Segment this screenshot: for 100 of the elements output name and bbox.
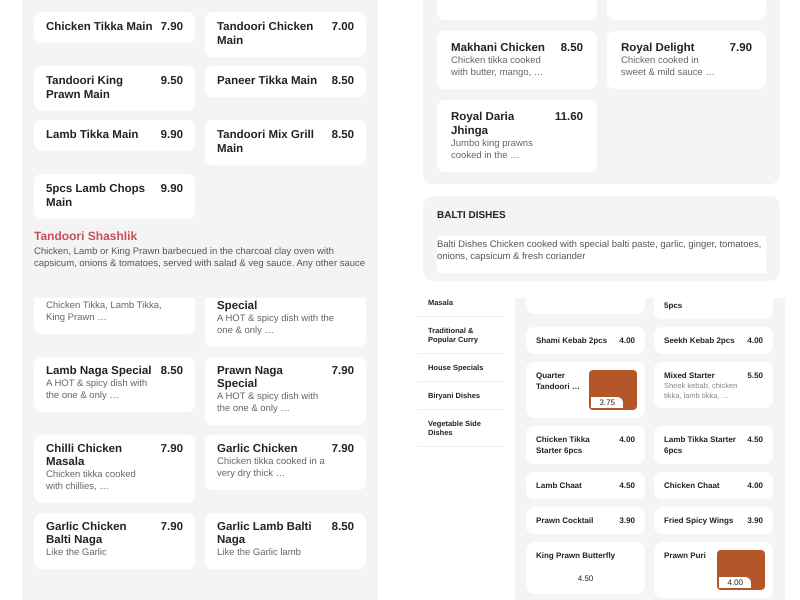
menu-card[interactable]: King Prawn Butterfly 4.50 xyxy=(526,542,645,594)
dish-name: Royal Daria Jhinga xyxy=(451,110,516,138)
dish-name: Chicken Tikka Starter 6pcs xyxy=(536,434,591,456)
menu-card[interactable]: Chicken Chaat 4.00 xyxy=(654,472,773,499)
dish-name: Prawn Naga Special xyxy=(217,365,284,391)
dish-price: 7.90 xyxy=(160,521,183,535)
dish-name: Lamb Tikka Starter 6pcs xyxy=(664,434,737,456)
dish-name: 5pcs xyxy=(664,300,684,311)
menu-card[interactable]: Fried Spicy Wings 3.90 xyxy=(654,507,773,534)
dish-name: Chicken Tikka Main xyxy=(46,20,154,34)
dish-name: Lamb Naga Special xyxy=(46,365,152,378)
dish-name: Quarter Tandoori … xyxy=(536,370,581,393)
dish-price: 7.90 xyxy=(332,365,354,379)
dish-description: A HOT & spicy dish with the one & only … xyxy=(217,391,320,415)
dish-description: A HOT & spicy dish with the one & only … xyxy=(46,378,148,402)
menu-card[interactable]: Garlic Chicken Balti Naga 7.90 Like the Garlic xyxy=(34,513,195,569)
dish-price: 7.00 xyxy=(332,20,354,35)
menu-card[interactable]: Paneer Tikka Main 8.50 xyxy=(205,66,366,97)
menu-card[interactable]: Tandoori Chicken Main 7.00 xyxy=(205,12,366,57)
dish-description: Chicken tikka cooked with chillies, … xyxy=(46,469,137,493)
menu-card[interactable]: Garlic Chicken 7.90 Chicken tikka cooked in a very dry thick … xyxy=(205,435,366,490)
menu-card[interactable]: Lamb Chaat 4.50 xyxy=(526,472,645,499)
dish-name: Royal Delight xyxy=(621,41,696,55)
section-description: Balti Dishes Chicken cooked with special balti paste, garlic, ginger, tomatoes, onions, capsicum & fresh coriander xyxy=(437,239,762,263)
dish-name: Makhani Chicken xyxy=(451,41,546,55)
menu-card[interactable]: Chilli Chicken Masala 7.90 Chicken tikka cooked with chillies, … xyxy=(34,435,195,503)
dish-price: 8.50 xyxy=(332,74,354,88)
section-title: Tandoori Shashlik xyxy=(34,229,138,243)
dish-name: Mixed Starter xyxy=(664,370,716,381)
dish-name: King Prawn Butterfly xyxy=(536,550,616,561)
dish-price: 4.00 xyxy=(619,434,635,446)
dish-price: 3.75 xyxy=(591,397,623,408)
dish-price: 4.50 xyxy=(747,434,763,446)
dish-price: 7.90 xyxy=(730,41,752,55)
dish-name: Lamb Tikka Main xyxy=(46,128,140,142)
dish-name: Tandoori Chicken Main xyxy=(217,20,314,48)
menu-card[interactable]: Tandoori King Prawn Main 9.50 xyxy=(34,66,195,111)
dish-name: Fried Spicy Wings xyxy=(664,515,734,526)
dish-name: Prawn Cocktail xyxy=(536,515,594,526)
dish-name: Garlic Chicken xyxy=(217,443,299,456)
dish-description: A HOT & spicy dish with the one & only … xyxy=(217,313,336,337)
dish-price: 3.90 xyxy=(619,515,635,526)
dish-name: Tandoori Mix Grill Main xyxy=(217,128,315,156)
menu-card[interactable]: Lamb Tikka Starter 6pcs 4.50 xyxy=(654,426,773,464)
dish-description: Chicken tikka cooked with butter, mango, … xyxy=(451,55,544,79)
section-description: Chicken, Lamb or King Prawn barbecued in the charcoal clay oven with capsicum, onions & tomatoes, served with salad & veg sauce. Any other sauce xyxy=(34,246,366,270)
dish-price: 7.90 xyxy=(160,443,183,457)
dish-price: 4.50 xyxy=(619,480,635,491)
dish-price: 7.90 xyxy=(160,20,183,34)
menu-card[interactable]: Shami Kebab 2pcs 4.00 xyxy=(526,327,645,354)
menu-card[interactable]: Seekh Kebab 2pcs 4.00 xyxy=(654,327,773,354)
dish-price: 8.50 xyxy=(332,521,354,535)
dish-name: Special xyxy=(217,300,258,313)
menu-card[interactable]: 5pcs Lamb Chops Main 9.90 xyxy=(34,174,195,219)
dish-price: 8.50 xyxy=(560,41,583,55)
menu-card[interactable]: Chicken Tikka, Lamb Tikka, King Prawn … xyxy=(34,298,195,334)
dish-price: 9.90 xyxy=(160,128,183,142)
menu-card[interactable]: Makhani Chicken 8.50 Chicken tikka cooked with butter, mango, … xyxy=(437,31,597,89)
menu-card[interactable]: Prawn Cocktail 3.90 xyxy=(526,507,645,534)
dish-description: Chicken cooked in sweet & mild sauce … xyxy=(621,55,716,79)
dish-price: 5.50 xyxy=(747,370,763,381)
dish-name: Prawn Puri xyxy=(664,550,707,562)
dish-price: 9.90 xyxy=(160,182,183,197)
dish-name: Seekh Kebab 2pcs xyxy=(664,335,736,346)
menu-card[interactable]: 5pcs xyxy=(654,298,773,319)
menu-card[interactable]: Prawn Naga Special 7.90 A HOT & spicy dish with the one & only … xyxy=(205,357,366,425)
dish-name: Shami Kebab 2pcs xyxy=(536,335,608,346)
menu-card[interactable]: Royal Delight 7.90 Chicken cooked in sweet & mild sauce … xyxy=(607,31,766,89)
dish-name: Tandoori King Prawn Main xyxy=(46,74,124,102)
dish-price: 7.90 xyxy=(332,443,354,456)
dish-description: Like the Garlic lamb xyxy=(217,547,302,559)
dish-name: Garlic Chicken Balti Naga xyxy=(46,521,128,547)
menu-card[interactable]: Quarter Tandoori … 3.75 xyxy=(526,362,645,418)
dish-name: Paneer Tikka Main xyxy=(217,74,318,88)
menu-card[interactable]: Royal Daria Jhinga 11.60 Jumbo king prawns cooked in the … xyxy=(437,100,597,172)
dish-price: 4.00 xyxy=(747,335,763,346)
dish-name: Chicken Chaat xyxy=(664,480,721,491)
dish-price: 4.00 xyxy=(719,577,751,588)
menu-card[interactable]: Chicken Tikka Main 7.90 xyxy=(34,12,195,43)
dish-name: Lamb Chaat xyxy=(536,480,583,491)
dish-name: 5pcs Lamb Chops Main xyxy=(46,182,146,210)
dish-price: 8.50 xyxy=(160,365,183,378)
dish-price: 9.50 xyxy=(160,74,183,89)
dish-description: Jumbo king prawns cooked in the … xyxy=(451,138,534,162)
menu-card[interactable]: Lamb Naga Special 8.50 A HOT & spicy dish with the one & only … xyxy=(34,357,195,412)
dish-price: 3.90 xyxy=(747,515,763,526)
dish-price: 4.00 xyxy=(747,480,763,491)
menu-card[interactable]: Tandoori Mix Grill Main 8.50 xyxy=(205,120,366,165)
menu-card[interactable]: Garlic Lamb Balti Naga 8.50 Like the Garlic lamb xyxy=(205,513,366,569)
menu-card[interactable]: Special A HOT & spicy dish with the one & only … xyxy=(205,298,366,347)
dish-price: 11.60 xyxy=(554,110,583,125)
dish-name: Garlic Lamb Balti Naga xyxy=(217,521,313,547)
dish-description: Chicken Tikka, Lamb Tikka, King Prawn … xyxy=(46,300,163,324)
menu-card[interactable]: Lamb Tikka Main 9.90 xyxy=(34,120,195,151)
menu-card[interactable]: Chicken Tikka Starter 6pcs 4.00 xyxy=(526,426,645,464)
dish-price: 4.50 xyxy=(576,573,594,584)
dish-description: Chicken tikka cooked in a very dry thick … xyxy=(217,456,326,480)
menu-card[interactable]: Prawn Puri 4.00 xyxy=(654,542,773,598)
dish-price: 8.50 xyxy=(332,128,354,143)
dish-name: Chilli Chicken Masala xyxy=(46,443,124,469)
